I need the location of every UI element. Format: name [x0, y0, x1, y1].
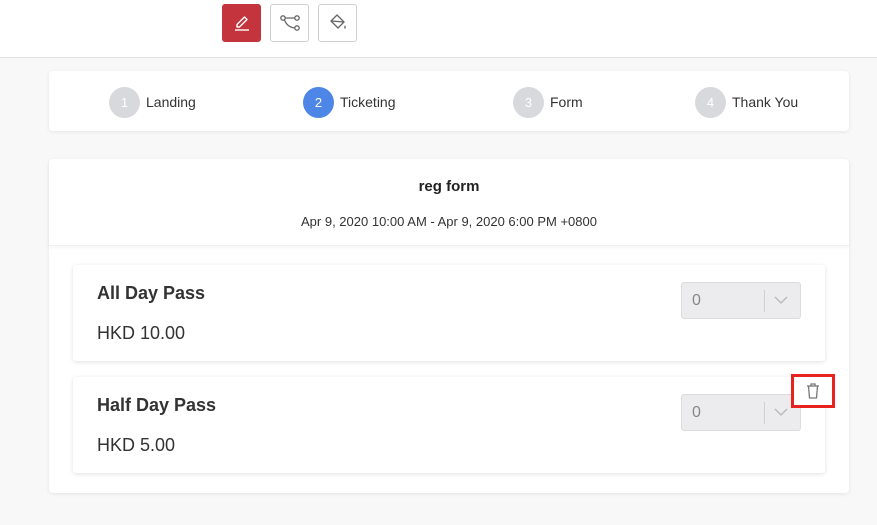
- select-divider: [764, 402, 765, 424]
- quantity-value: 0: [692, 404, 701, 421]
- ticket-price: HKD 5.00: [97, 435, 176, 455]
- step-landing[interactable]: 1 Landing: [109, 86, 196, 118]
- top-toolbar: [0, 0, 877, 58]
- delete-ticket-button[interactable]: [791, 374, 835, 408]
- ticket-name: All Day Pass: [97, 283, 206, 303]
- step-label: Thank You: [732, 94, 799, 110]
- chevron-down-icon: [774, 408, 788, 417]
- step-ticketing[interactable]: 2 Ticketing: [303, 86, 396, 118]
- ticket-price: HKD 10.00: [97, 323, 186, 343]
- flow-button[interactable]: [270, 4, 309, 42]
- event-date-range: Apr 9, 2020 10:00 AM - Apr 9, 2020 6:00 …: [301, 214, 597, 229]
- quantity-value: 0: [692, 292, 701, 309]
- flow-nodes-icon: [279, 15, 300, 31]
- chevron-down-icon: [774, 296, 788, 305]
- event-header: reg form Apr 9, 2020 10:00 AM - Apr 9, 2…: [49, 159, 849, 246]
- theme-button[interactable]: [318, 4, 357, 42]
- step-number: 3: [513, 86, 544, 118]
- pencil-icon: [234, 16, 249, 31]
- step-label: Landing: [146, 94, 196, 110]
- ticket-name: Half Day Pass: [97, 395, 217, 415]
- step-number: 2: [303, 86, 334, 118]
- step-number: 4: [695, 86, 726, 118]
- ticketing-card: reg form Apr 9, 2020 10:00 AM - Apr 9, 2…: [49, 159, 849, 493]
- step-progress: 1 Landing 2 Ticketing 3 Form 4 Thank You: [49, 71, 849, 131]
- trash-icon: [807, 383, 819, 399]
- paint-bucket-icon: [329, 14, 346, 29]
- step-label: Form: [550, 94, 583, 110]
- step-thank-you[interactable]: 4 Thank You: [695, 86, 799, 118]
- edit-button[interactable]: [222, 4, 261, 42]
- select-divider: [764, 290, 765, 312]
- ticket-item[interactable]: Half Day Pass HKD 5.00 0: [73, 377, 825, 473]
- event-title: reg form: [418, 178, 480, 195]
- step-number: 1: [109, 86, 140, 118]
- step-label: Ticketing: [340, 94, 396, 110]
- quantity-select[interactable]: 0: [681, 394, 801, 431]
- quantity-select[interactable]: 0: [681, 282, 801, 319]
- step-form[interactable]: 3 Form: [513, 86, 583, 118]
- ticket-item[interactable]: All Day Pass HKD 10.00 0: [73, 265, 825, 361]
